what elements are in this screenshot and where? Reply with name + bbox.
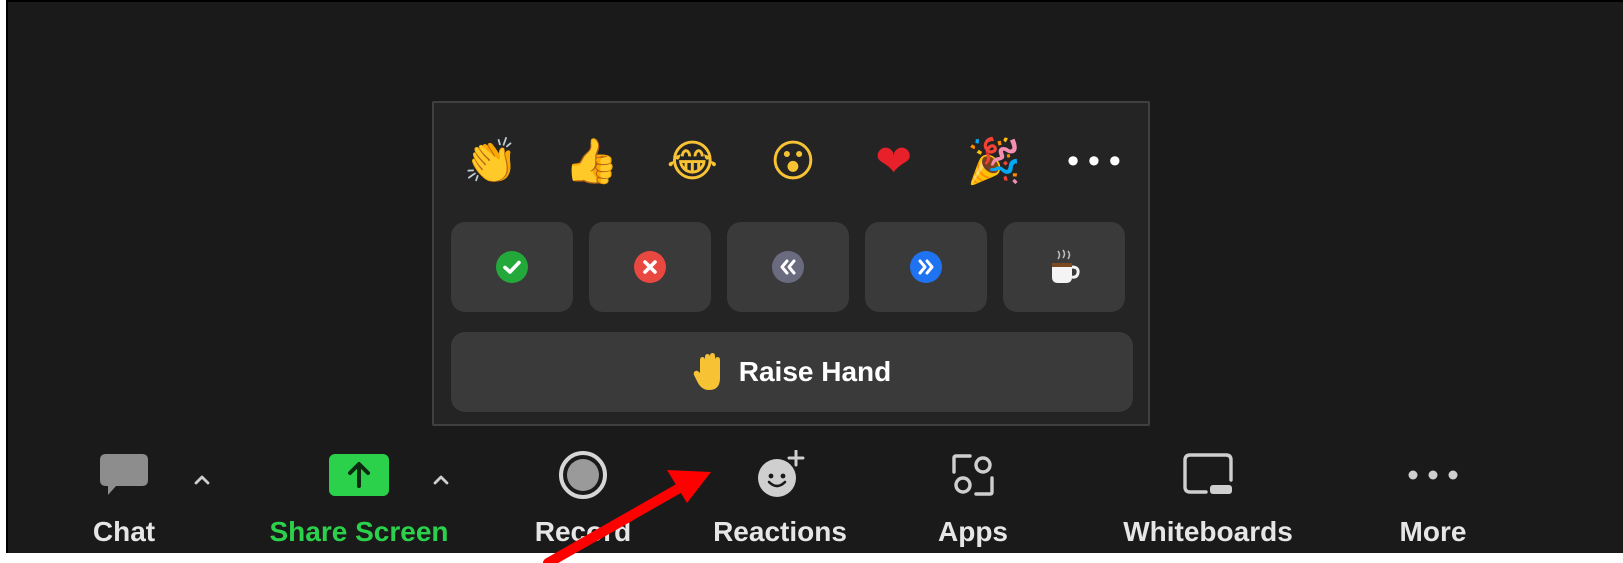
raise-hand-label: Raise Hand [738,356,892,387]
more-reactions-icon[interactable]: ••• [1052,131,1138,193]
whiteboards-button[interactable]: Whiteboards [1108,450,1308,548]
more-label: More [1399,516,1467,547]
reactions-label: Reactions [713,516,847,547]
coffee-break-icon [1052,249,1080,283]
nonverbal-feedback-row [451,222,1125,312]
reactions-popup: 👏 👍 😂 😮 ❤ 🎉 ••• Raise Hand [432,101,1150,426]
record-icon-wrap [558,450,608,500]
bottom-margin [6,553,1623,563]
slow-down-button[interactable] [727,222,849,312]
raised-hand-icon [693,353,720,390]
chat-icon [100,454,148,495]
more-icon-wrap [1407,450,1459,500]
share-screen-button[interactable]: Share Screen [264,450,454,548]
no-x-icon [634,251,666,283]
record-icon [559,451,607,499]
chat-label: Chat [92,516,156,547]
apps-button[interactable]: Apps [928,450,1018,548]
whiteboards-label: Whiteboards [1123,516,1293,547]
yes-button[interactable] [451,222,573,312]
party-popper-icon[interactable]: 🎉 [951,131,1037,193]
record-button[interactable]: Record [518,450,648,548]
emoji-reaction-row: 👏 👍 😂 😮 ❤ 🎉 ••• [448,131,1138,193]
apps-icon-wrap [950,450,996,500]
clapping-hands-icon[interactable]: 👏 [448,131,534,193]
thumbs-up-icon[interactable]: 👍 [549,131,635,193]
whiteboard-icon-wrap [1182,450,1234,500]
share-screen-icon [329,454,389,496]
slow-down-icon [772,251,804,283]
yes-check-icon [496,251,528,283]
speed-up-button[interactable] [865,222,987,312]
whiteboard-icon [1183,453,1233,494]
share-options-caret-icon[interactable] [427,466,455,494]
raise-hand-button[interactable]: Raise Hand [451,332,1133,412]
record-label: Record [534,516,632,547]
reactions-button[interactable]: Reactions [700,450,860,548]
chat-icon-wrap [98,450,150,500]
reactions-icon-wrap [754,450,806,500]
chat-button[interactable]: Chat [84,450,164,548]
share-screen-label: Share Screen [269,516,449,547]
speed-up-icon [910,251,942,283]
red-heart-icon[interactable]: ❤ [851,131,937,193]
coffee-break-button[interactable] [1003,222,1125,312]
tears-of-joy-icon[interactable]: 😂 [649,131,735,193]
reactions-icon [758,450,805,497]
chat-options-caret-icon[interactable] [188,466,216,494]
share-screen-icon-wrap [329,450,389,500]
apps-icon [952,454,994,496]
apps-label: Apps [938,516,1008,547]
more-button[interactable]: More [1388,450,1478,548]
no-button[interactable] [589,222,711,312]
more-dots-icon [1408,470,1458,480]
open-mouth-icon[interactable]: 😮 [750,131,836,193]
